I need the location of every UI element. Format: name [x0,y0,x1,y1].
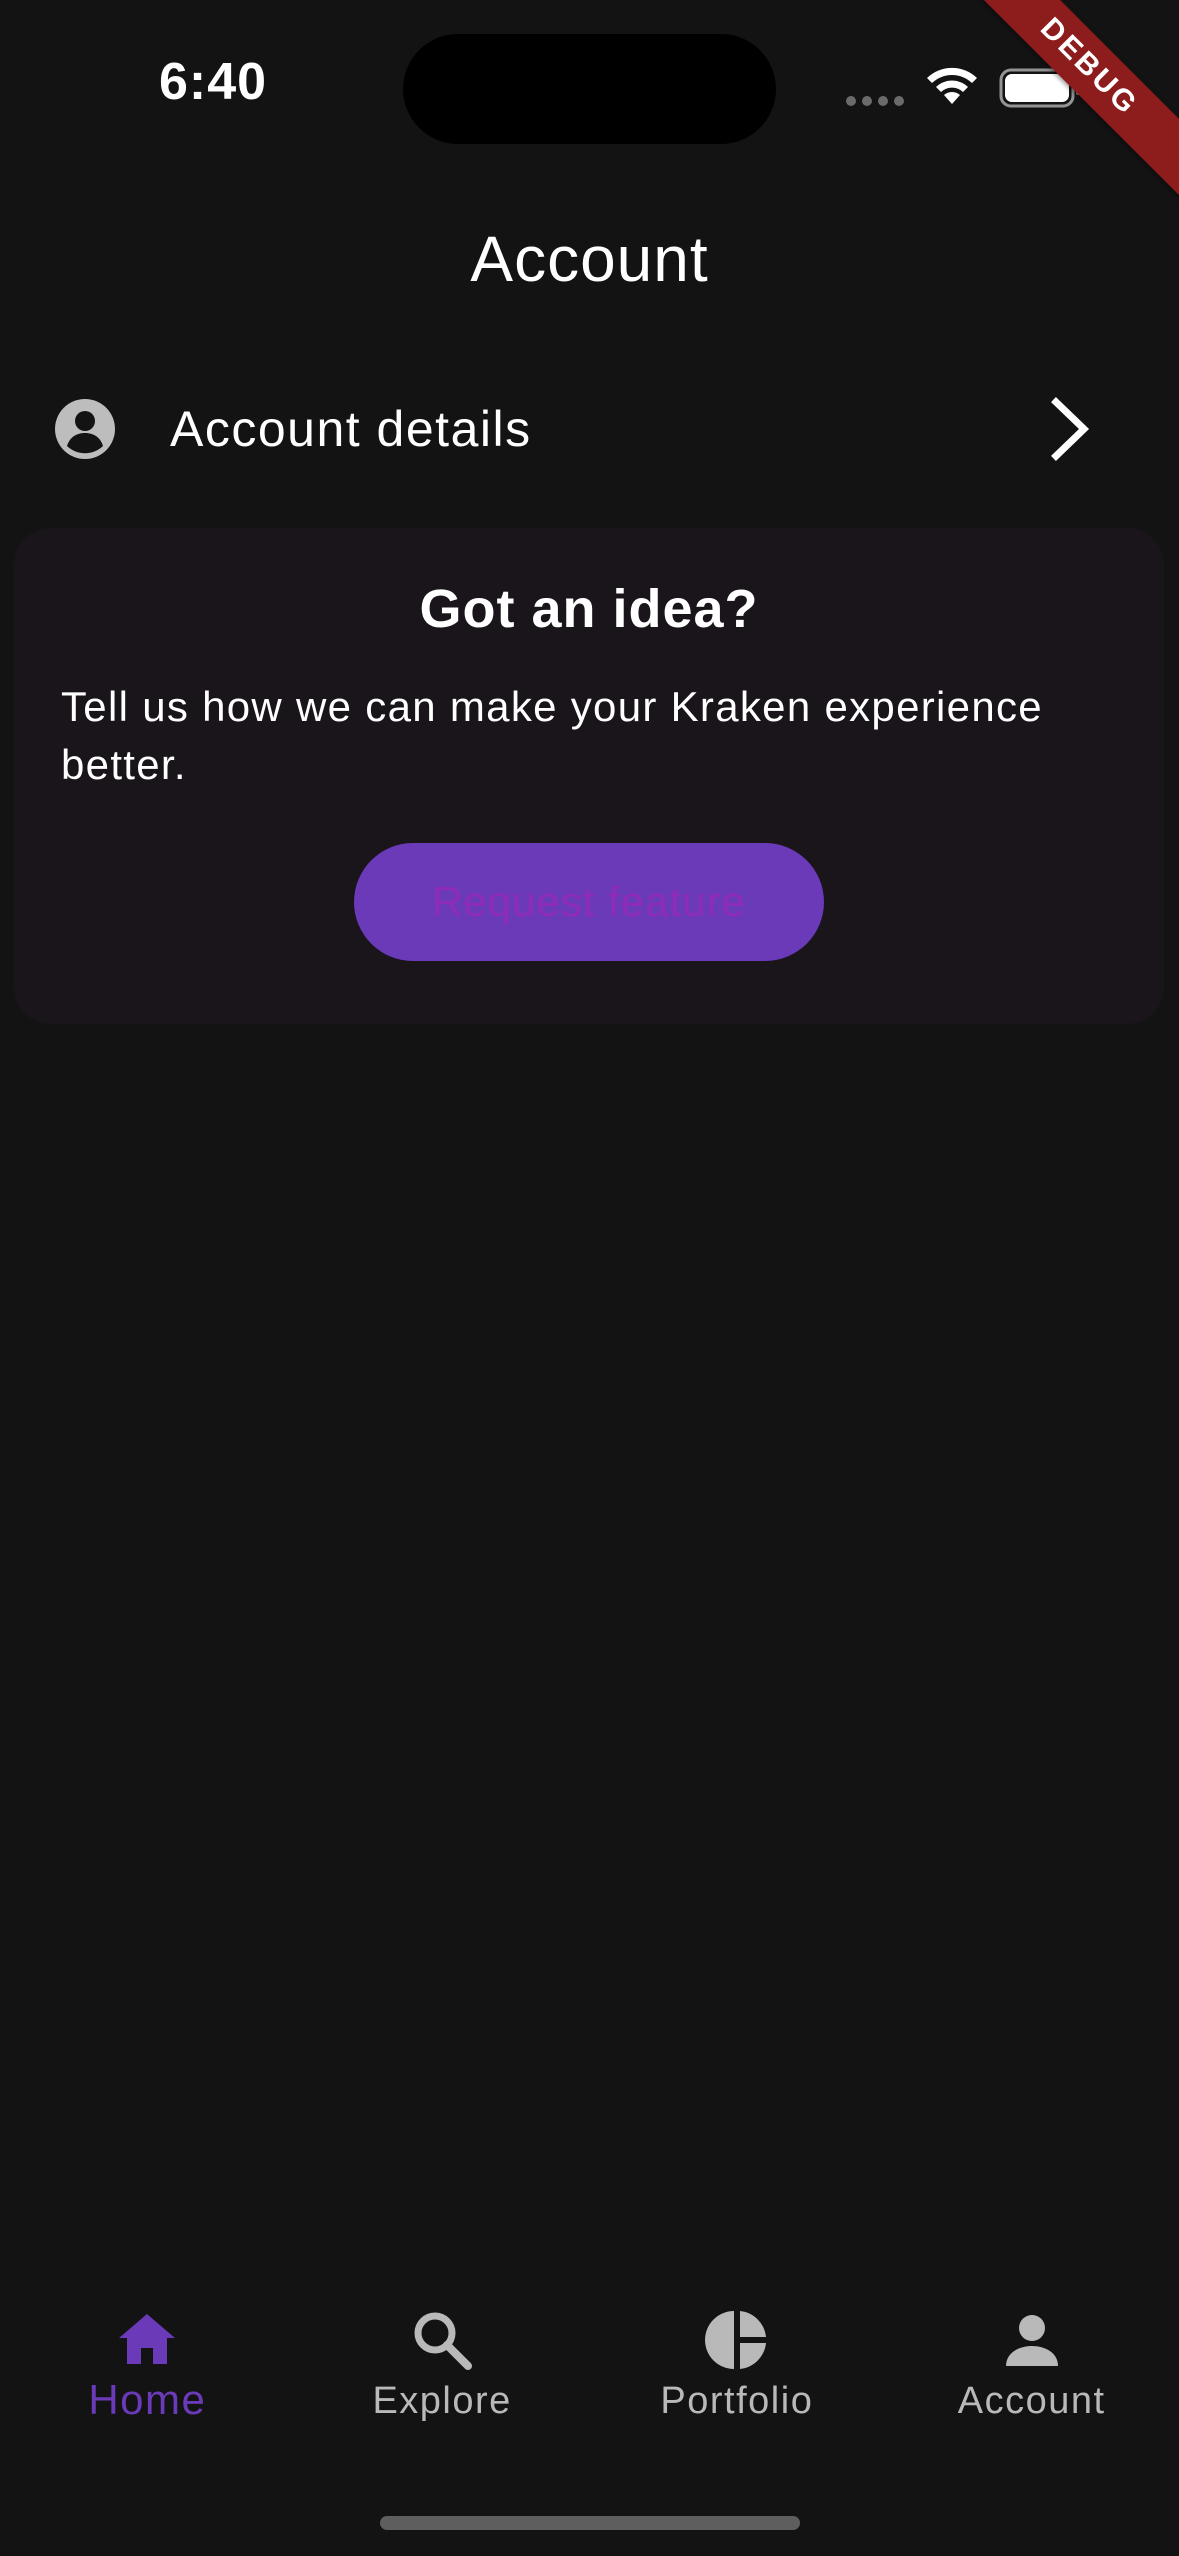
nav-label-explore: Explore [372,2380,512,2422]
person-icon [1005,2315,1058,2366]
account-details-label: Account details [170,401,532,457]
nav-label-home: Home [88,2376,207,2423]
dynamic-island [403,34,776,144]
wifi-icon [927,67,977,104]
nav-item-home[interactable]: Home [0,2290,295,2450]
nav-label-portfolio: Portfolio [660,2380,814,2422]
account-details-row[interactable]: Account details [0,370,1179,490]
screen: 6:40 DEBUG Account Account details Got a… [0,0,1179,2556]
pie-chart-icon [704,2311,766,2369]
card-title: Got an idea? [419,579,759,639]
nav-item-explore[interactable]: Explore [295,2290,590,2450]
chevron-right-icon [1051,397,1090,461]
card-description: Tell us how we can make your Kraken expe… [61,683,1043,788]
home-icon [119,2314,176,2364]
account-circle-icon [55,399,115,459]
bottom-navigation: Home Explore Portfolio Account [0,2290,1179,2450]
cellular-signal-icon [846,96,904,106]
feature-request-card: Got an idea? Tell us how we can make you… [14,528,1164,1024]
search-icon [414,2312,473,2370]
nav-item-account[interactable]: Account [884,2290,1179,2450]
home-indicator[interactable] [380,2516,800,2530]
status-time: 6:40 [159,53,268,111]
nav-item-portfolio[interactable]: Portfolio [590,2290,885,2450]
request-feature-button[interactable]: Request feature [354,843,824,961]
page-title: Account [470,223,709,295]
nav-label-account: Account [957,2380,1106,2422]
